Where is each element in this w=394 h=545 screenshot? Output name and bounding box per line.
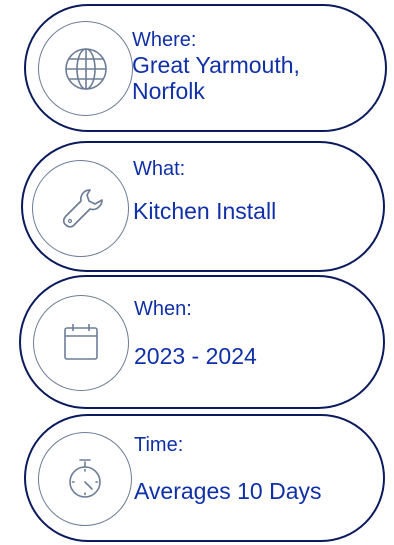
when-label: When: xyxy=(134,298,192,320)
what-card: What: Kitchen Install xyxy=(21,141,385,272)
time-label: Time: xyxy=(134,434,184,456)
when-value: 2023 - 2024 xyxy=(134,343,257,369)
wrench-icon xyxy=(62,188,103,228)
what-label: What: xyxy=(133,158,186,180)
when-icon-circle xyxy=(33,295,129,391)
where-value-line2: Norfolk xyxy=(132,78,205,104)
where-card: Where: Great Yarmouth, Norfolk xyxy=(24,4,387,132)
what-icon-circle xyxy=(32,160,129,257)
time-icon-circle xyxy=(38,432,132,526)
where-label: Where: xyxy=(132,29,197,51)
where-icon-circle xyxy=(38,21,133,116)
stopwatch-icon xyxy=(69,459,101,498)
where-value-line1: Great Yarmouth, xyxy=(132,52,300,78)
time-value: Averages 10 Days xyxy=(134,478,322,504)
globe-icon xyxy=(64,47,107,90)
calendar-icon xyxy=(64,324,98,360)
when-card: When: 2023 - 2024 xyxy=(19,275,385,409)
time-card: Time: Averages 10 Days xyxy=(24,414,385,542)
what-value: Kitchen Install xyxy=(133,198,277,224)
